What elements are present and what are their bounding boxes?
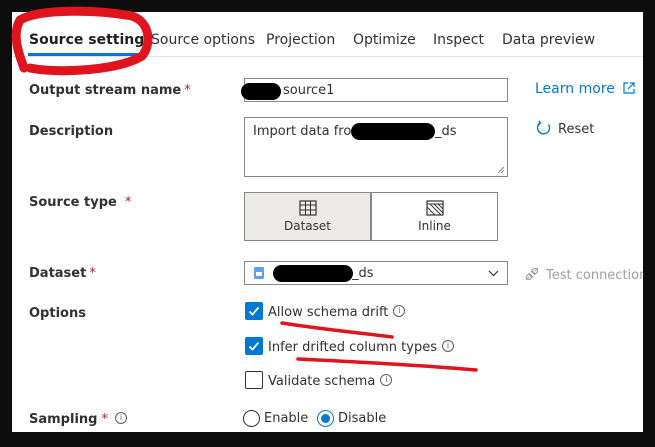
annotation-circle [11,6,153,76]
annotation-underline-2 [296,357,478,372]
annotation-underline-1 [280,321,394,339]
annotation-overlay [11,6,478,372]
